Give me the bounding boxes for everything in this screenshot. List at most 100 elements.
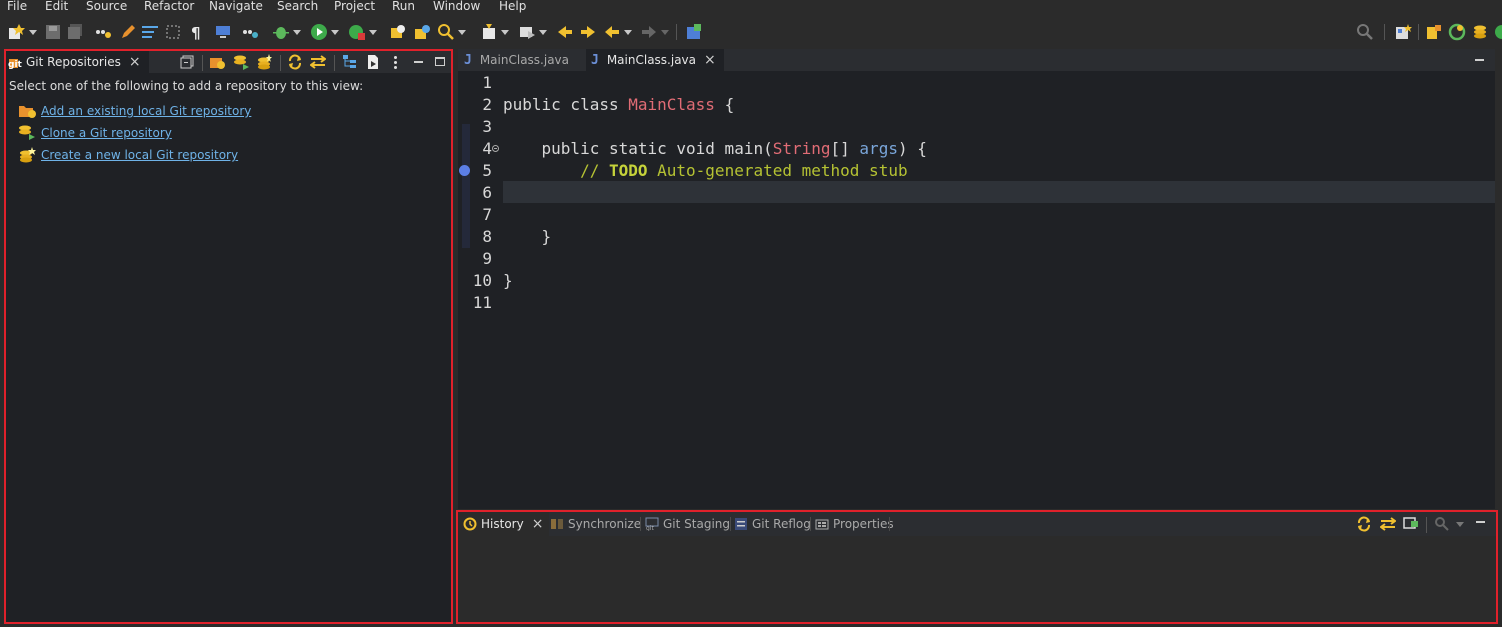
annotation-icon[interactable] <box>480 23 498 41</box>
task-list-dropdown-icon[interactable] <box>539 30 547 35</box>
forward-nav-icon[interactable] <box>579 23 597 41</box>
new-file-icon[interactable] <box>365 54 381 70</box>
back-icon[interactable] <box>603 23 621 41</box>
back-nav-icon[interactable] <box>556 23 574 41</box>
menu-help[interactable]: Help <box>499 0 526 13</box>
tab-mainclass-inactive[interactable]: J MainClass.java <box>464 49 579 71</box>
tab-mainclass-active[interactable]: J MainClass.java × <box>586 49 724 71</box>
minimize-icon[interactable] <box>1476 521 1485 523</box>
save-icon[interactable] <box>44 23 62 41</box>
open-type-icon[interactable] <box>389 23 407 41</box>
task-marker-icon[interactable] <box>459 165 470 176</box>
refresh-icon[interactable] <box>287 54 303 70</box>
new-icon[interactable] <box>7 23 25 41</box>
view-menu-dropdown-icon[interactable] <box>1456 522 1464 527</box>
tab-separator <box>889 517 890 531</box>
refresh-icon[interactable] <box>1356 516 1372 532</box>
close-icon[interactable]: × <box>532 517 544 531</box>
tab-git-reflog[interactable]: Git Reflog <box>734 512 811 536</box>
create-repo-icon <box>18 147 36 163</box>
pen-icon[interactable] <box>119 23 137 41</box>
toolbar-separator <box>334 55 335 71</box>
tab-history-label: History <box>481 517 524 531</box>
monitor-icon[interactable] <box>214 23 232 41</box>
line-number: 1 <box>482 73 492 92</box>
save-all-icon[interactable] <box>66 23 84 41</box>
java-perspective-icon[interactable] <box>1425 23 1443 41</box>
wrap-icon[interactable] <box>141 23 159 41</box>
run-dropdown-icon[interactable] <box>331 30 339 35</box>
perspective-icon[interactable] <box>685 23 703 41</box>
hierarchical-layout-icon[interactable] <box>342 54 358 70</box>
code-line-8[interactable]: } <box>503 226 552 248</box>
java-file-icon: J <box>591 52 599 68</box>
menu-file[interactable]: File <box>7 0 27 13</box>
clone-repository-icon[interactable] <box>233 54 249 70</box>
menu-window[interactable]: Window <box>433 0 480 13</box>
tab-git-staging[interactable]: git Git Staging <box>645 512 730 536</box>
menu-source[interactable]: Source <box>86 0 127 13</box>
task-list-icon[interactable] <box>518 23 536 41</box>
git-perspective-icon[interactable] <box>1448 23 1466 41</box>
menu-run[interactable]: Run <box>392 0 415 13</box>
close-icon[interactable]: × <box>704 53 716 67</box>
main-toolbar: ¶ <box>0 17 1502 47</box>
code-line-10[interactable]: } <box>503 270 513 292</box>
fold-collapse-icon[interactable] <box>492 145 499 152</box>
quick-access-search-icon[interactable] <box>1356 23 1374 41</box>
new-dropdown-icon[interactable] <box>29 30 37 35</box>
add-existing-repo-row: Add an existing local Git repository <box>18 102 251 120</box>
collapse-all-icon[interactable] <box>179 54 195 70</box>
code-line-2[interactable]: public class MainClass { <box>503 94 734 116</box>
link-with-selection-icon[interactable] <box>310 54 326 70</box>
create-repository-icon[interactable] <box>256 54 272 70</box>
debug-dropdown-icon[interactable] <box>293 30 301 35</box>
java-icon[interactable] <box>241 23 259 41</box>
menu-search[interactable]: Search <box>277 0 318 13</box>
minimize-icon[interactable] <box>1475 59 1484 61</box>
line-number: 6 <box>482 183 492 202</box>
menu-project[interactable]: Project <box>334 0 375 13</box>
close-icon[interactable]: × <box>129 55 141 69</box>
menu-edit[interactable]: Edit <box>45 0 68 13</box>
link-with-selection-icon[interactable] <box>1380 516 1396 532</box>
minimize-icon[interactable] <box>414 61 423 63</box>
debug-icon[interactable] <box>272 23 290 41</box>
tab-synchronize[interactable]: Synchronize <box>550 512 641 536</box>
pilcrow-icon[interactable]: ¶ <box>188 23 206 41</box>
maximize-icon[interactable] <box>435 57 445 66</box>
add-existing-repo-link[interactable]: Add an existing local Git repository <box>41 104 251 118</box>
run-icon[interactable] <box>310 23 328 41</box>
code-line-5[interactable]: // TODO Auto-generated method stub <box>503 160 908 182</box>
coverage-dropdown-icon[interactable] <box>369 30 377 35</box>
view-menu-icon[interactable] <box>394 56 397 71</box>
menu-navigate[interactable]: Navigate <box>209 0 263 13</box>
back-dropdown-icon[interactable] <box>624 30 632 35</box>
add-repository-icon[interactable] <box>209 54 225 70</box>
tab-properties[interactable]: Properties <box>815 512 894 536</box>
select-icon[interactable] <box>164 23 182 41</box>
tab-git-repositories[interactable]: git Git Repositories × <box>6 51 149 73</box>
tab-git-staging-label: Git Staging <box>663 517 731 531</box>
tab-mainclass-active-label: MainClass.java <box>606 53 697 67</box>
tab-git-reflog-label: Git Reflog <box>752 517 811 531</box>
coverage-icon[interactable] <box>348 23 366 41</box>
toolbar-separator <box>676 24 677 40</box>
menu-refactor[interactable]: Refactor <box>144 0 194 13</box>
annotation-dropdown-icon[interactable] <box>501 30 509 35</box>
clone-repo-link[interactable]: Clone a Git repository <box>41 126 172 140</box>
line-number: 9 <box>482 249 492 268</box>
search-icon[interactable] <box>437 23 455 41</box>
open-perspective-icon[interactable] <box>1394 23 1412 41</box>
create-repo-link[interactable]: Create a new local Git repository <box>41 148 238 162</box>
code-line-4[interactable]: public static void main(String[] args) { <box>503 138 927 160</box>
pin-view-icon[interactable] <box>1403 516 1419 532</box>
git-repositories-view: git Git Repositories × Select one of the… <box>4 49 453 624</box>
build-icon[interactable] <box>94 23 112 41</box>
search-dropdown-icon[interactable] <box>458 30 466 35</box>
line-number: 11 <box>472 293 492 312</box>
overflow-icon[interactable] <box>1493 23 1502 41</box>
tab-history[interactable]: History × <box>458 512 550 536</box>
open-task-icon[interactable] <box>413 23 431 41</box>
team-sync-icon[interactable] <box>1471 23 1489 41</box>
